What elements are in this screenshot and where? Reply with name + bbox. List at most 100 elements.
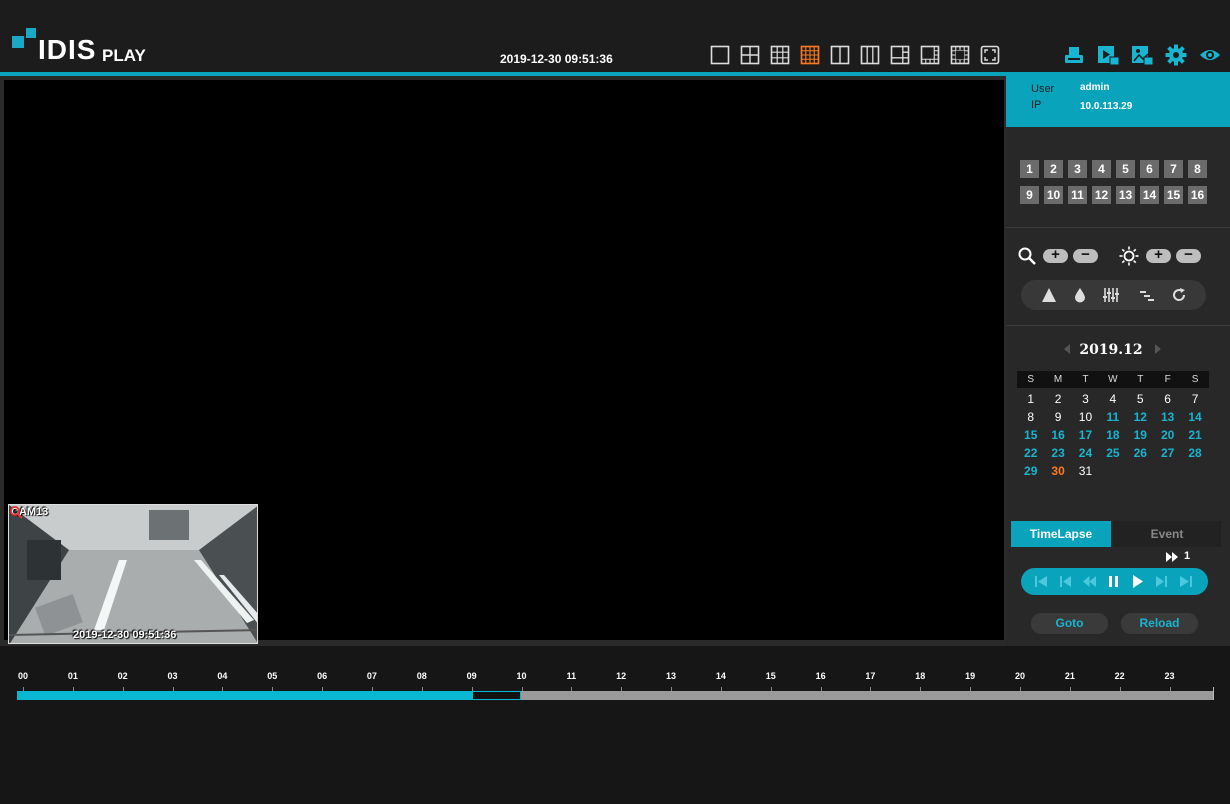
brightness-down-button[interactable]: − (1176, 246, 1201, 263)
camera-button-2[interactable]: 2 (1044, 160, 1063, 178)
calendar-day[interactable]: 27 (1154, 444, 1181, 462)
calendar-day[interactable]: 23 (1044, 444, 1071, 462)
equalizer-icon[interactable] (1103, 287, 1119, 303)
camera-button-10[interactable]: 10 (1044, 186, 1063, 204)
snapshot-icon[interactable] (1131, 44, 1153, 66)
layout-1x1-icon[interactable] (710, 45, 730, 65)
calendar-day[interactable]: 5 (1127, 390, 1154, 408)
calendar-day[interactable]: 29 (1017, 462, 1044, 480)
export-icon[interactable] (1063, 44, 1085, 66)
calendar-day[interactable]: 15 (1017, 426, 1044, 444)
step-forward-icon[interactable] (1154, 574, 1169, 589)
timeline[interactable]: 00 01 02 03 04 05 06 07 08 09 10 11 12 13 14 15 16 17 18 19… (0, 646, 1230, 804)
camera-button-9[interactable]: 9 (1020, 186, 1039, 204)
camera-button-16[interactable]: 16 (1188, 186, 1207, 204)
zoom-indicator-icon (10, 506, 23, 519)
brightness-down-label: − (1184, 246, 1193, 263)
camera-button-13[interactable]: 13 (1116, 186, 1135, 204)
contrast-icon[interactable] (1041, 287, 1057, 303)
zoom-out-button[interactable]: − (1073, 246, 1098, 263)
calendar-day[interactable]: 4 (1099, 390, 1126, 408)
camera-button-1[interactable]: 1 (1020, 160, 1039, 178)
camera-tile[interactable]: CAM13 2019-12-30 09:51:36 (8, 504, 258, 644)
reset-icon[interactable] (1171, 287, 1187, 303)
step-backward-icon[interactable] (1058, 574, 1073, 589)
calendar-day[interactable]: 13 (1154, 408, 1181, 426)
layout-1plus3-icon[interactable] (890, 45, 910, 65)
view-icon[interactable] (1199, 44, 1221, 66)
video-display[interactable]: CAM13 2019-12-30 09:51:36 (4, 80, 1004, 644)
camera-button-7[interactable]: 7 (1164, 160, 1183, 178)
fast-forward-speed-icon (1166, 552, 1178, 562)
skip-to-end-icon[interactable] (1178, 574, 1193, 589)
camera-button-4[interactable]: 4 (1092, 160, 1111, 178)
calendar-day[interactable]: 2 (1044, 390, 1071, 408)
calendar-day[interactable]: 30 (1044, 462, 1071, 480)
calendar-day[interactable]: 19 (1127, 426, 1154, 444)
zoom-in-button[interactable]: + (1043, 246, 1068, 263)
calendar-day[interactable]: 9 (1044, 408, 1071, 426)
layout-1x3-icon[interactable] (860, 45, 880, 65)
calendar-day[interactable]: 10 (1072, 408, 1099, 426)
calendar-day[interactable]: 24 (1072, 444, 1099, 462)
camera-button-15[interactable]: 15 (1164, 186, 1183, 204)
timeline-hour-label: 04 (217, 671, 228, 681)
settings-icon[interactable] (1165, 44, 1187, 66)
divider (1006, 227, 1230, 228)
calendar-day[interactable]: 17 (1072, 426, 1099, 444)
calendar-day[interactable]: 8 (1017, 408, 1044, 426)
idis-logo: IDIS PLAY (12, 28, 172, 68)
timeline-hour-label: 18 (915, 671, 926, 681)
camera-button-12[interactable]: 12 (1092, 186, 1111, 204)
video-clip-icon[interactable] (1097, 44, 1119, 66)
rewind-icon[interactable] (1082, 574, 1097, 589)
brightness-up-button[interactable]: + (1146, 246, 1171, 263)
calendar-next-month-button[interactable] (1155, 344, 1161, 354)
timeline-end-marker (1213, 687, 1214, 700)
goto-button[interactable]: Goto (1031, 613, 1108, 634)
playback-speed: 1 (1166, 550, 1216, 564)
calendar-day[interactable]: 1 (1017, 390, 1044, 408)
layout-2x2-icon[interactable] (740, 45, 760, 65)
skip-to-start-icon[interactable] (1034, 574, 1049, 589)
calendar-day[interactable]: 18 (1099, 426, 1126, 444)
calendar-day[interactable]: 21 (1181, 426, 1208, 444)
calendar-day[interactable]: 11 (1099, 408, 1126, 426)
timeline-track[interactable] (17, 687, 1214, 700)
fullscreen-icon[interactable] (980, 45, 1000, 65)
calendar-day[interactable]: 7 (1181, 390, 1208, 408)
layout-1plus5-icon[interactable] (920, 45, 940, 65)
calendar-weekday-header: SMTWTFS (1017, 371, 1209, 388)
pause-icon[interactable] (1106, 574, 1121, 589)
ip-label: IP (1031, 99, 1042, 111)
calendar-day[interactable]: 31 (1072, 462, 1099, 480)
calendar-day[interactable]: 6 (1154, 390, 1181, 408)
zoom-in-label: + (1051, 246, 1060, 263)
deinterlace-icon[interactable] (1139, 287, 1155, 303)
camera-button-5[interactable]: 5 (1116, 160, 1135, 178)
calendar-day[interactable]: 28 (1181, 444, 1208, 462)
layout-4x4-icon[interactable] (800, 45, 820, 65)
camera-button-11[interactable]: 11 (1068, 186, 1087, 204)
camera-button-6[interactable]: 6 (1140, 160, 1159, 178)
camera-button-14[interactable]: 14 (1140, 186, 1159, 204)
calendar-day[interactable]: 22 (1017, 444, 1044, 462)
layout-1x2-icon[interactable] (830, 45, 850, 65)
calendar-day[interactable]: 20 (1154, 426, 1181, 444)
tab-timelapse[interactable]: TimeLapse (1011, 521, 1111, 547)
calendar-day[interactable]: 16 (1044, 426, 1071, 444)
layout-3x3-icon[interactable] (770, 45, 790, 65)
calendar-day[interactable]: 14 (1181, 408, 1208, 426)
calendar-day[interactable]: 12 (1127, 408, 1154, 426)
timeline-cursor[interactable] (471, 691, 522, 700)
calendar-day[interactable]: 26 (1127, 444, 1154, 462)
camera-button-3[interactable]: 3 (1068, 160, 1087, 178)
calendar-day[interactable]: 3 (1072, 390, 1099, 408)
reload-button[interactable]: Reload (1121, 613, 1198, 634)
calendar-day[interactable]: 25 (1099, 444, 1126, 462)
layout-1plus7-icon[interactable] (950, 45, 970, 65)
camera-button-8[interactable]: 8 (1188, 160, 1207, 178)
tab-event[interactable]: Event (1113, 521, 1221, 547)
play-icon[interactable] (1130, 574, 1145, 589)
color-icon[interactable] (1072, 287, 1088, 303)
